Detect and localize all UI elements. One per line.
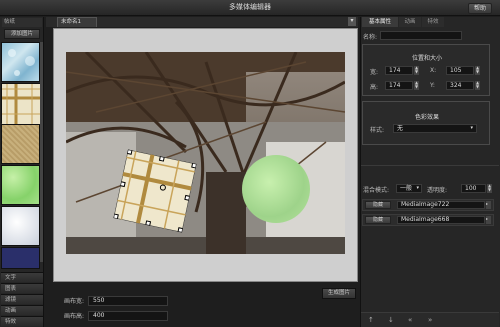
category-effect[interactable]: 特效 — [1, 316, 43, 326]
category-chart[interactable]: 图表 — [1, 283, 43, 293]
plaid-pattern-icon — [2, 84, 41, 124]
sticker-panel-header: 帖纸 — [2, 18, 42, 27]
height-input[interactable]: 174 — [385, 81, 413, 90]
width-input[interactable]: 174 — [385, 66, 413, 75]
layer-row[interactable]: 隐藏 MediaImage668 ▸ — [362, 214, 494, 226]
layer-row[interactable]: 隐藏 MediaImage722 ▸ — [362, 199, 494, 211]
move-down-icon[interactable]: ↓ — [388, 316, 394, 324]
water-drops-icon — [8, 49, 35, 76]
opacity-input[interactable]: 100 — [461, 184, 486, 193]
canvas-scene[interactable] — [66, 52, 345, 254]
move-top-icon[interactable]: « — [408, 316, 412, 324]
opacity-label: 透明度: — [427, 187, 448, 194]
tab-effects[interactable]: 特效 — [422, 17, 444, 27]
width-label: 宽: — [370, 69, 379, 76]
height-stepper-icon[interactable]: ▲ ▼ — [414, 81, 419, 90]
width-stepper-icon[interactable]: ▲ ▼ — [414, 66, 419, 75]
layer-arrow-icon[interactable]: ▸ — [486, 201, 491, 209]
sticker-thumb-plaid[interactable] — [1, 83, 41, 124]
move-bottom-icon[interactable]: » — [428, 316, 432, 324]
style-label: 样式: — [370, 127, 385, 134]
canvas-width-label-text: 画布宽: — [64, 298, 85, 305]
app-title: 多媒体编辑器 — [229, 3, 271, 11]
chevron-down-icon: ▾ — [470, 125, 473, 131]
hide-layer-button[interactable]: 隐藏 — [365, 201, 391, 209]
plaid-sticker-layer[interactable] — [112, 148, 198, 234]
divider — [361, 165, 499, 166]
sticker-thumb-white-floral[interactable] — [1, 206, 40, 246]
x-stepper-icon[interactable]: ▲ ▼ — [475, 66, 480, 75]
sticker-scrollbar[interactable] — [40, 42, 43, 262]
y-stepper-icon[interactable]: ▲ ▼ — [475, 81, 480, 90]
canvas-height-input[interactable]: 400 — [88, 311, 168, 321]
height-label: 高: — [370, 84, 379, 91]
x-input[interactable]: 105 — [446, 66, 474, 75]
background-photo — [66, 52, 345, 254]
layer-name[interactable]: MediaImage722 — [397, 201, 485, 209]
y-label: Y: — [430, 82, 435, 89]
tab-basic[interactable]: 基本属性 — [362, 17, 398, 27]
category-animation[interactable]: 动画 — [1, 305, 43, 315]
style-select[interactable]: 无 ▾ — [393, 124, 477, 133]
chevron-down-icon: ▾ — [416, 185, 419, 191]
opacity-stepper-icon[interactable]: ▲ ▼ — [487, 184, 492, 193]
sticker-thumb-water[interactable] — [1, 42, 40, 82]
hide-layer-button[interactable]: 隐藏 — [365, 216, 391, 224]
sticker-thumb-burlap[interactable] — [1, 124, 40, 164]
green-circle-sticker[interactable] — [242, 155, 310, 223]
blend-mode-value: 一般 — [400, 185, 413, 192]
color-effect-group: 色彩效果 — [362, 101, 490, 145]
name-label: 名称: — [363, 34, 378, 41]
help-button[interactable]: 帮助 — [468, 3, 492, 14]
tab-untitled[interactable]: 未命名1 — [57, 17, 97, 27]
category-filter[interactable]: 滤镜 — [1, 294, 43, 304]
name-input[interactable] — [380, 31, 462, 40]
position-size-title: 位置和大小 — [411, 55, 442, 62]
sticker-thumb-blue[interactable] — [1, 247, 40, 269]
canvas-height-label: 画布高: — [64, 313, 85, 320]
y-input[interactable]: 324 — [446, 81, 474, 90]
layer-name[interactable]: MediaImage668 — [397, 216, 485, 224]
sticker-thumb-green[interactable] — [1, 165, 40, 205]
color-effect-title: 色彩效果 — [414, 114, 439, 121]
move-up-icon[interactable]: ↑ — [368, 316, 374, 324]
style-select-value: 无 — [397, 125, 404, 132]
blend-mode-select[interactable]: 一般 ▾ — [396, 184, 422, 193]
blend-mode-label: 混合模式: — [363, 187, 390, 194]
add-image-button[interactable]: 添加图片 — [4, 29, 40, 39]
generate-image-button[interactable]: 生成图片 — [322, 288, 356, 299]
category-text[interactable]: 文字 — [1, 272, 43, 282]
x-label: X: — [430, 67, 437, 74]
layer-arrow-icon[interactable]: ▸ — [486, 216, 491, 224]
plaid-sticker-icon — [112, 148, 198, 234]
canvas-width-input[interactable]: 550 — [88, 296, 168, 306]
close-icon[interactable]: ▾ — [348, 17, 356, 26]
tab-animation[interactable]: 动画 — [399, 17, 421, 27]
